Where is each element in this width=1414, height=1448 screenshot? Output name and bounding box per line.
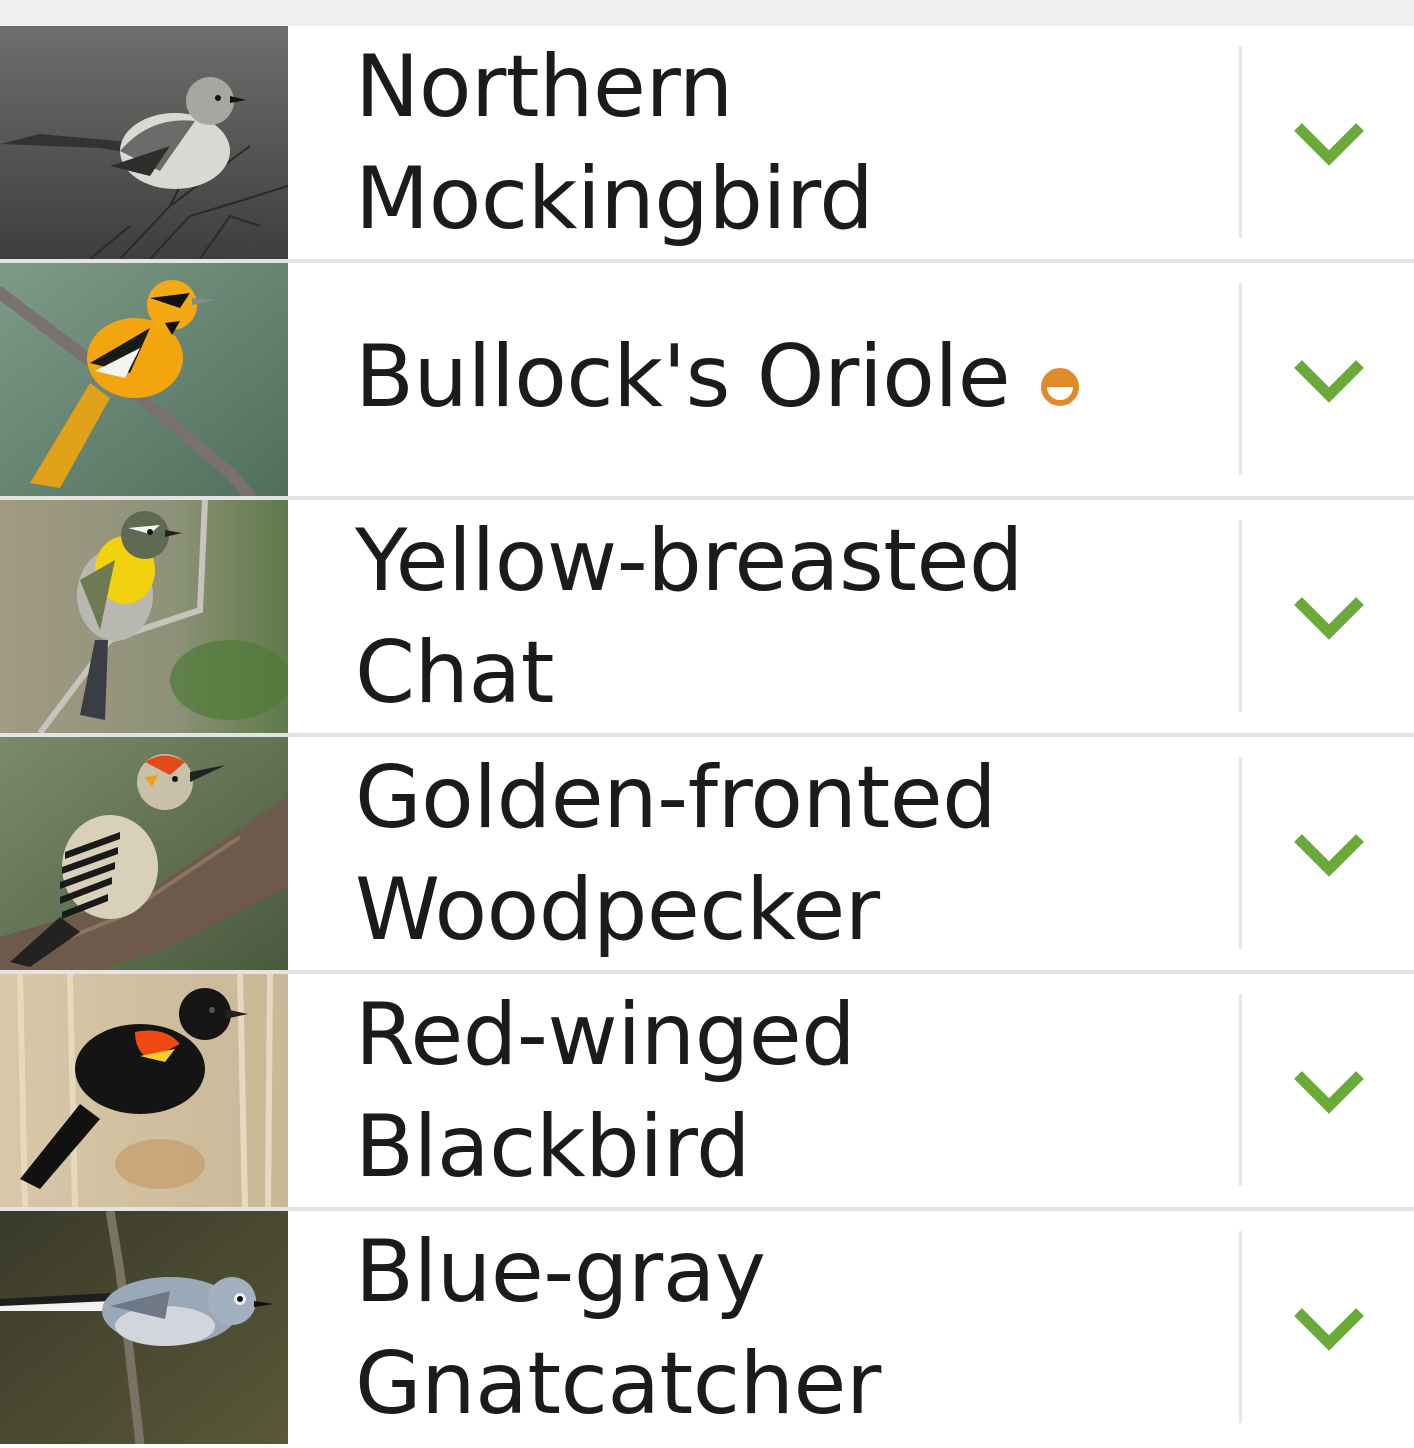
species-name-area[interactable]: Bullock's Oriole xyxy=(355,263,1225,496)
species-name-area[interactable]: Yellow-breasted Chat xyxy=(355,500,1225,733)
expand-button[interactable] xyxy=(1243,737,1414,970)
expand-button[interactable] xyxy=(1243,26,1414,259)
species-name-line-2: Gnatcatcher xyxy=(355,1333,881,1434)
species-name-area[interactable]: Red-winged Blackbird xyxy=(355,974,1225,1207)
expand-button[interactable] xyxy=(1243,1211,1414,1444)
species-name: Yellow-breasted Chat xyxy=(355,505,1024,729)
chevron-down-icon xyxy=(1293,359,1364,403)
expand-button[interactable] xyxy=(1243,974,1414,1207)
species-name-line-2: Blackbird xyxy=(355,1096,751,1197)
list-item[interactable]: Bullock's Oriole xyxy=(0,263,1414,500)
northern-mockingbird-photo xyxy=(0,26,288,259)
list-item[interactable]: Northern Mockingbird xyxy=(0,26,1414,263)
species-name-line-1: Blue-gray xyxy=(355,1221,766,1322)
row-divider xyxy=(1239,994,1242,1186)
expand-button[interactable] xyxy=(1243,500,1414,733)
species-name-line-1: Bullock's Oriole xyxy=(355,326,1011,427)
row-divider xyxy=(1239,283,1242,475)
chevron-down-icon xyxy=(1293,122,1364,166)
species-name-area[interactable]: Northern Mockingbird xyxy=(355,26,1225,259)
row-divider xyxy=(1239,1231,1242,1423)
row-divider xyxy=(1239,46,1242,238)
half-filled-circle-icon xyxy=(1040,322,1080,434)
species-name-line-1: Golden-fronted xyxy=(355,747,997,848)
species-name-line-1: Red-winged xyxy=(355,984,856,1085)
species-name: Blue-gray Gnatcatcher xyxy=(355,1216,881,1440)
species-name: Red-winged Blackbird xyxy=(355,979,856,1203)
list-item[interactable]: Golden-fronted Woodpecker xyxy=(0,737,1414,974)
species-name: Bullock's Oriole xyxy=(355,321,1080,439)
blue-gray-gnatcatcher-photo xyxy=(0,1211,288,1444)
row-divider xyxy=(1239,757,1242,949)
chevron-down-icon xyxy=(1293,596,1364,640)
list-item[interactable]: Red-winged Blackbird xyxy=(0,974,1414,1211)
list-item[interactable]: Yellow-breasted Chat xyxy=(0,500,1414,737)
expand-button[interactable] xyxy=(1243,263,1414,496)
row-divider xyxy=(1239,520,1242,712)
yellow-breasted-chat-photo xyxy=(0,500,288,733)
species-name: Northern Mockingbird xyxy=(355,31,874,255)
species-name-line-2: Mockingbird xyxy=(355,148,874,249)
species-list: Northern Mockingbird Bullock's Oriole Ye… xyxy=(0,26,1414,1448)
list-item[interactable]: Blue-gray Gnatcatcher xyxy=(0,1211,1414,1448)
species-name-line-1: Yellow-breasted xyxy=(355,510,1024,611)
species-name-area[interactable]: Blue-gray Gnatcatcher xyxy=(355,1211,1225,1444)
red-winged-blackbird-photo xyxy=(0,974,288,1207)
species-name-line-2: Chat xyxy=(355,622,554,723)
chevron-down-icon xyxy=(1293,1070,1364,1114)
bullocks-oriole-photo xyxy=(0,263,288,496)
species-name-line-1: Northern xyxy=(355,36,733,137)
species-name-line-2: Woodpecker xyxy=(355,859,880,960)
golden-fronted-woodpecker-photo xyxy=(0,737,288,970)
chevron-down-icon xyxy=(1293,1307,1364,1351)
top-strip xyxy=(0,0,1414,26)
chevron-down-icon xyxy=(1293,833,1364,877)
species-name-area[interactable]: Golden-fronted Woodpecker xyxy=(355,737,1225,970)
species-name: Golden-fronted Woodpecker xyxy=(355,742,997,966)
